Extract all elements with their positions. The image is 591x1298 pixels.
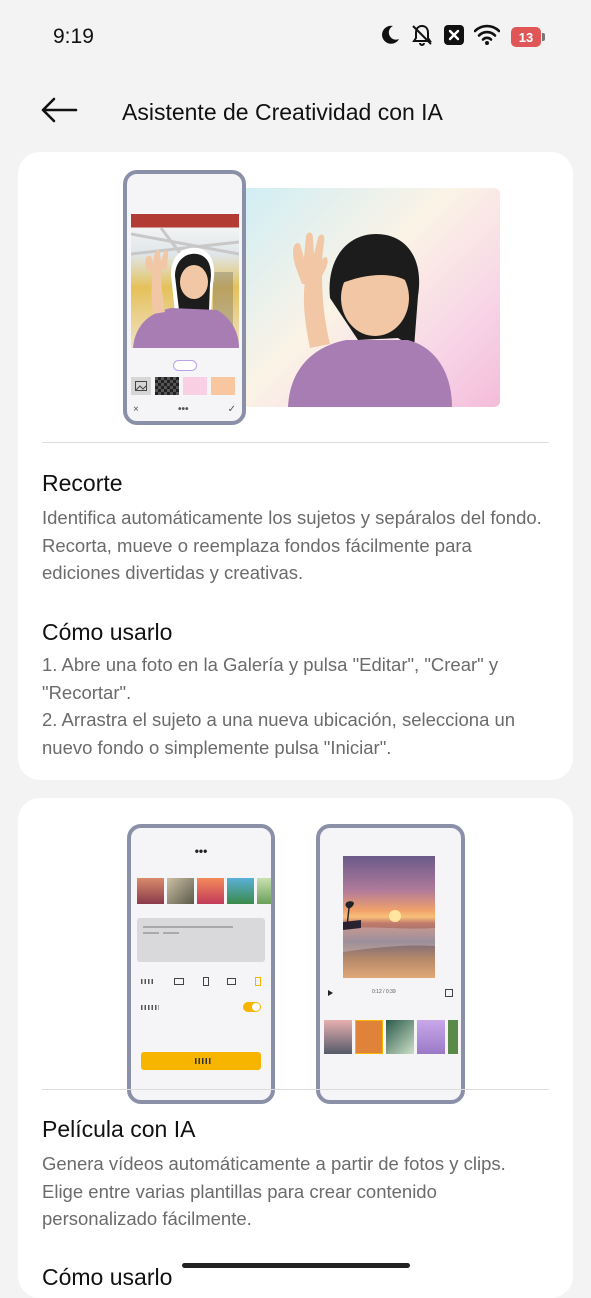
mockup-slider-pill: [173, 360, 197, 371]
image-icon: [131, 377, 151, 395]
mockup-close-mark: ×: [133, 404, 139, 415]
status-icons: 13: [379, 22, 545, 52]
mockup-photo: [131, 214, 239, 348]
mockup-text-panel: [137, 918, 265, 962]
mockup-thumbnail-strip: [137, 878, 271, 904]
phone-mockup-cutout: × ••• ✓: [123, 170, 246, 425]
howto-title-ai-movie: Cómo usarlo: [42, 1264, 173, 1290]
swatch-pink: [183, 377, 207, 395]
swatch-transparent: [155, 377, 179, 395]
status-time: 9:19: [53, 25, 94, 48]
mockup-sunset-video: [343, 856, 435, 978]
bell-off-icon: [410, 23, 434, 52]
mockup-toggle: [243, 1002, 261, 1012]
feature-description-cutout: Identifica automáticamente los sujetos y…: [42, 507, 542, 583]
card-divider: [42, 442, 549, 443]
page-title: Asistente de Creatividad con IA: [122, 99, 443, 125]
arrow-left-icon: [40, 97, 78, 128]
battery-icon: 13: [511, 27, 545, 47]
feature-title-ai-movie: Película con IA: [42, 1116, 196, 1142]
mockup-menu-dots: •••: [194, 844, 208, 858]
mockup-timecode: 0:12 / 0:39: [372, 989, 396, 995]
mockup-tool-row: [131, 377, 235, 395]
phone-mockup-templates: •••: [127, 824, 275, 1104]
home-indicator[interactable]: [182, 1263, 410, 1268]
ai-movie-illustration: ••• 0:12 / 0:39: [18, 798, 573, 1104]
cutout-illustration: × ••• ✓: [18, 152, 573, 442]
feature-description-ai-movie: Genera vídeos automáticamente a partir d…: [42, 1153, 506, 1229]
mockup-check-mark: ✓: [227, 404, 236, 415]
play-icon: [328, 990, 333, 996]
feature-title-cutout: Recorte: [42, 470, 123, 496]
mockup-confirm-bar: [141, 1052, 261, 1070]
howto-steps-cutout: 1. Abre una foto en la Galería y pulsa "…: [42, 651, 552, 761]
battery-level: 13: [518, 29, 534, 45]
cutout-background-photo: [238, 188, 500, 407]
mockup-footer: × ••• ✓: [133, 404, 236, 415]
feature-card-ai-movie: ••• 0:12 / 0:39 Película con IA Genera v…: [18, 798, 573, 1298]
status-bar: 9:19 13: [0, 0, 591, 76]
mockup-more-mark: •••: [177, 404, 189, 415]
child-figure-large: [288, 232, 452, 407]
card-divider: [42, 1089, 549, 1090]
howto-title-cutout: Cómo usarlo: [42, 619, 173, 645]
mockup-play-row: 0:12 / 0:39: [328, 988, 453, 998]
fullscreen-icon: [445, 989, 453, 997]
howto-step-1: 1. Abre una foto en la Galería y pulsa "…: [42, 654, 499, 703]
moon-icon: [379, 24, 401, 51]
phone-mockup-player: 0:12 / 0:39: [316, 824, 465, 1104]
mockup-toggle-row: [141, 1002, 261, 1014]
swatch-peach: [211, 377, 235, 395]
howto-step-2: 2. Arrastra el sujeto a una nueva ubicac…: [42, 709, 516, 758]
mockup-option-row: [141, 976, 261, 986]
app-header: Asistente de Creatividad con IA: [0, 80, 591, 146]
wifi-icon: [473, 24, 501, 51]
mockup-template-strip: [324, 1020, 458, 1054]
x-box-icon: [443, 24, 465, 51]
feature-card-cutout: × ••• ✓ Recorte Identifica automáticamen…: [18, 152, 573, 780]
back-button[interactable]: [34, 92, 84, 132]
